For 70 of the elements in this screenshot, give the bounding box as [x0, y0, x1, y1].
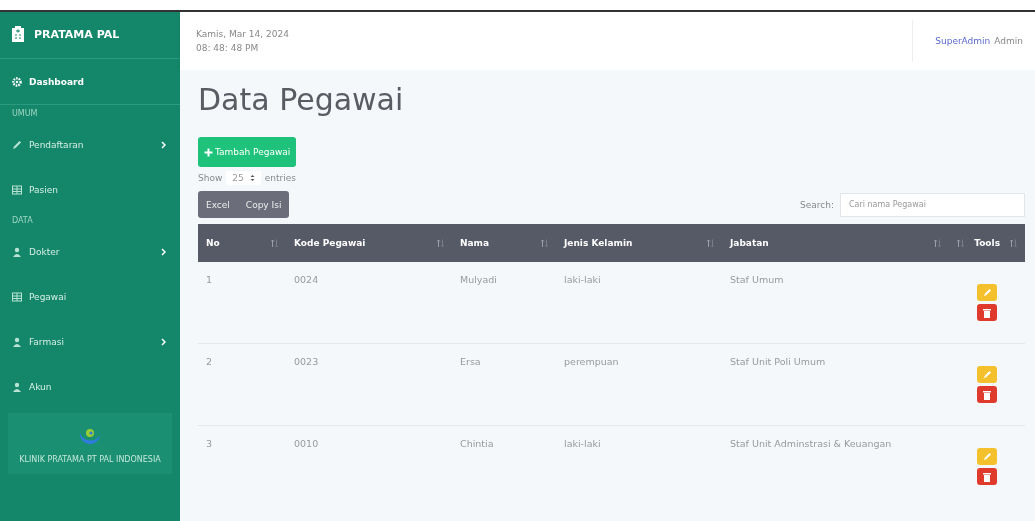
show-label: Show [198, 173, 223, 183]
table-cell: 0010 [286, 425, 452, 507]
sort-icon [934, 238, 941, 248]
trash-icon [983, 471, 991, 482]
table-cell: 2 [198, 343, 286, 426]
sort-icon [957, 238, 965, 248]
person-icon [12, 336, 22, 347]
delete-button[interactable] [977, 468, 997, 485]
pencil-icon [982, 288, 992, 297]
search-label: Search: [800, 199, 834, 210]
time-text: 08: 48: 48 PM [196, 43, 260, 53]
table-cell: 0024 [286, 262, 452, 344]
column-header[interactable]: Jenis Kelamin [556, 224, 722, 262]
section-heading: UMUM [11, 108, 39, 120]
select-arrows-icon [249, 174, 255, 182]
sidebar-item[interactable]: Farmasi [0, 319, 180, 364]
clinic-name: KLINIK PRATAMA PT PAL INDONESIA [18, 455, 162, 464]
page-title: Data Pegawai [198, 82, 405, 117]
export-button[interactable]: Excel [198, 191, 238, 218]
sidebar-item[interactable]: Pegawai [0, 274, 180, 319]
pencil-icon [982, 452, 992, 461]
table-cell: perempuan [556, 343, 722, 426]
table-cell: Chintia [452, 425, 556, 507]
brand-title: PRATAMA PAL [34, 27, 120, 41]
table-cell: Mulyadi [452, 262, 556, 344]
entries-select[interactable]: 25 [226, 171, 261, 185]
table-cell: Ersa [452, 343, 556, 426]
entries-label: entries [264, 173, 296, 183]
sort-icon [707, 238, 714, 248]
delete-button[interactable] [977, 386, 997, 403]
column-header[interactable]: Nama [452, 224, 556, 262]
sort-icon [1010, 238, 1017, 248]
sidebar-item[interactable]: Dokter [0, 229, 180, 274]
delete-button[interactable] [977, 304, 997, 321]
person-icon [12, 246, 22, 257]
pencil-icon [982, 370, 992, 379]
column-header[interactable]: Jabatan [722, 224, 949, 262]
user-role: Admin [994, 36, 1023, 46]
date-text: Kamis, Mar 14, 2024 [196, 29, 289, 39]
table-cell: Staf Umum [722, 262, 949, 344]
table-cell: laki-laki [556, 262, 722, 344]
table-cell: 3 [198, 425, 286, 507]
column-header[interactable]: No [198, 224, 286, 262]
sidebar-item[interactable]: Pasien [0, 167, 180, 212]
pencil-icon [12, 139, 22, 150]
sort-icon [437, 238, 444, 248]
sort-icon [541, 238, 548, 248]
table-cell: 1 [198, 262, 286, 344]
add-employee-button[interactable]: Tambah Pegawai [198, 137, 297, 167]
sort-icon [271, 238, 278, 248]
trash-icon [983, 389, 991, 400]
column-header[interactable]: Tools [949, 224, 1025, 262]
table-icon [12, 291, 22, 302]
hospital-icon [12, 26, 24, 42]
table-cell: 0023 [286, 343, 452, 426]
column-header[interactable]: Kode Pegawai [286, 224, 452, 262]
export-button[interactable]: Copy Isi [237, 191, 290, 218]
user-name[interactable]: SuperAdmin [935, 36, 991, 46]
table-icon [12, 184, 22, 195]
table-cell: Staf Unit Poli Umum [722, 343, 949, 426]
section-heading: DATA [11, 215, 34, 227]
trash-icon [983, 307, 991, 318]
gear-icon [12, 76, 22, 87]
table-cell: laki-laki [556, 425, 722, 507]
plus-icon [204, 147, 213, 157]
person-icon [12, 381, 22, 392]
table-cell: Staf Unit Adminstrasi & Keuangan [722, 425, 949, 507]
sidebar-item[interactable]: Pendaftaran [0, 122, 180, 167]
sidebar-item[interactable]: Akun [0, 364, 180, 409]
search-field[interactable]: Cari nama Pegawai [840, 192, 1025, 217]
